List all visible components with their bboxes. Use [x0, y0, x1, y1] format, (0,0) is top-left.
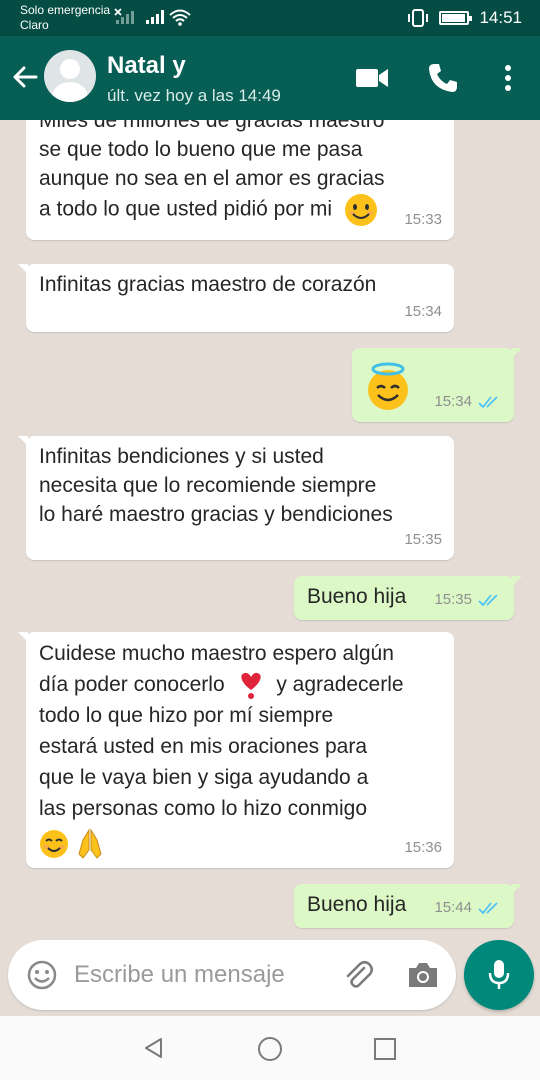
- message-meta: 15:34: [434, 387, 502, 416]
- carrier-line-1: Solo emergencia: [20, 3, 111, 17]
- voice-call-icon[interactable]: [425, 60, 461, 96]
- smiling-face-with-halo-icon: [368, 362, 408, 410]
- message-incoming[interactable]: Miles de millones de gracias maestro se …: [26, 120, 454, 240]
- message-text: Infinitas gracias maestro de corazón: [39, 273, 377, 296]
- signal-strength-icon-1: [116, 8, 134, 24]
- message-outgoing[interactable]: 15:34: [352, 348, 522, 422]
- nav-recents-icon[interactable]: [373, 1037, 397, 1061]
- message-incoming[interactable]: Infinitas bendiciones y si usted necesit…: [18, 436, 454, 560]
- back-arrow-icon[interactable]: [10, 62, 40, 92]
- smiling-face-icon: [344, 194, 377, 226]
- message-text: Infinitas bendiciones y si usted necesit…: [39, 445, 393, 526]
- emoji-icon[interactable]: [26, 959, 58, 991]
- message-text: Miles de millones de gracias maestro se …: [39, 120, 385, 221]
- vibrate-icon: [408, 9, 429, 27]
- message-meta: 15:36: [404, 833, 442, 862]
- nav-home-icon[interactable]: [257, 1036, 283, 1062]
- message-time: 15:44: [434, 899, 472, 916]
- message-meta: 15:33: [404, 205, 442, 234]
- message-outgoing[interactable]: Bueno hija 15:35: [294, 576, 522, 620]
- chat-header: Natal y últ. vez hoy a las 14:49: [0, 36, 540, 120]
- carrier-line-2: Claro: [20, 18, 49, 32]
- folded-hands-icon: [78, 828, 102, 860]
- message-composer[interactable]: Escribe un mensaje: [8, 940, 456, 1010]
- carrier-info: Solo emergencia Claro: [20, 3, 110, 33]
- message-meta: 15:44: [434, 893, 502, 922]
- message-time: 15:33: [404, 211, 442, 228]
- message-time: 15:36: [404, 839, 442, 856]
- read-double-check-icon: [478, 593, 498, 606]
- message-input[interactable]: Escribe un mensaje: [74, 961, 285, 989]
- read-double-check-icon: [478, 901, 498, 914]
- voice-message-button[interactable]: [464, 940, 534, 1010]
- contact-name[interactable]: Natal y: [107, 52, 186, 80]
- chat-area[interactable]: Miles de millones de gracias maestro se …: [0, 120, 540, 938]
- battery-icon: [439, 11, 473, 25]
- system-nav-bar: [0, 1016, 540, 1080]
- smiling-face-icon: [40, 830, 68, 859]
- signal-strength-icon-2: [146, 8, 164, 24]
- status-bar: Solo emergencia Claro 14:51: [0, 0, 540, 36]
- message-meta: 15:34: [404, 297, 442, 326]
- status-right: 14:51: [407, 8, 522, 28]
- heart-exclamation-icon: [241, 673, 262, 700]
- nav-back-icon[interactable]: [142, 1036, 166, 1060]
- camera-icon[interactable]: [406, 959, 440, 991]
- contact-avatar[interactable]: [44, 50, 96, 102]
- message-meta: 15:35: [404, 525, 442, 554]
- message-time: 15:35: [434, 591, 472, 608]
- microphone-icon: [488, 960, 510, 989]
- status-time: 14:51: [479, 8, 522, 27]
- message-meta: 15:35: [434, 585, 502, 614]
- attach-paperclip-icon[interactable]: [342, 959, 374, 991]
- last-seen-status: últ. vez hoy a las 14:49: [107, 86, 281, 105]
- video-call-icon[interactable]: [354, 60, 390, 96]
- read-double-check-icon: [478, 395, 498, 408]
- wifi-icon: [169, 9, 191, 26]
- message-incoming[interactable]: Cuidese mucho maestro espero algún día p…: [18, 632, 454, 868]
- message-incoming[interactable]: Infinitas gracias maestro de corazón 15:…: [18, 264, 454, 332]
- more-options-icon[interactable]: [490, 60, 526, 96]
- message-time: 15:34: [404, 303, 442, 320]
- message-time: 15:35: [404, 531, 442, 548]
- message-time: 15:34: [434, 393, 472, 410]
- message-outgoing[interactable]: Bueno hija 15:44: [294, 884, 522, 928]
